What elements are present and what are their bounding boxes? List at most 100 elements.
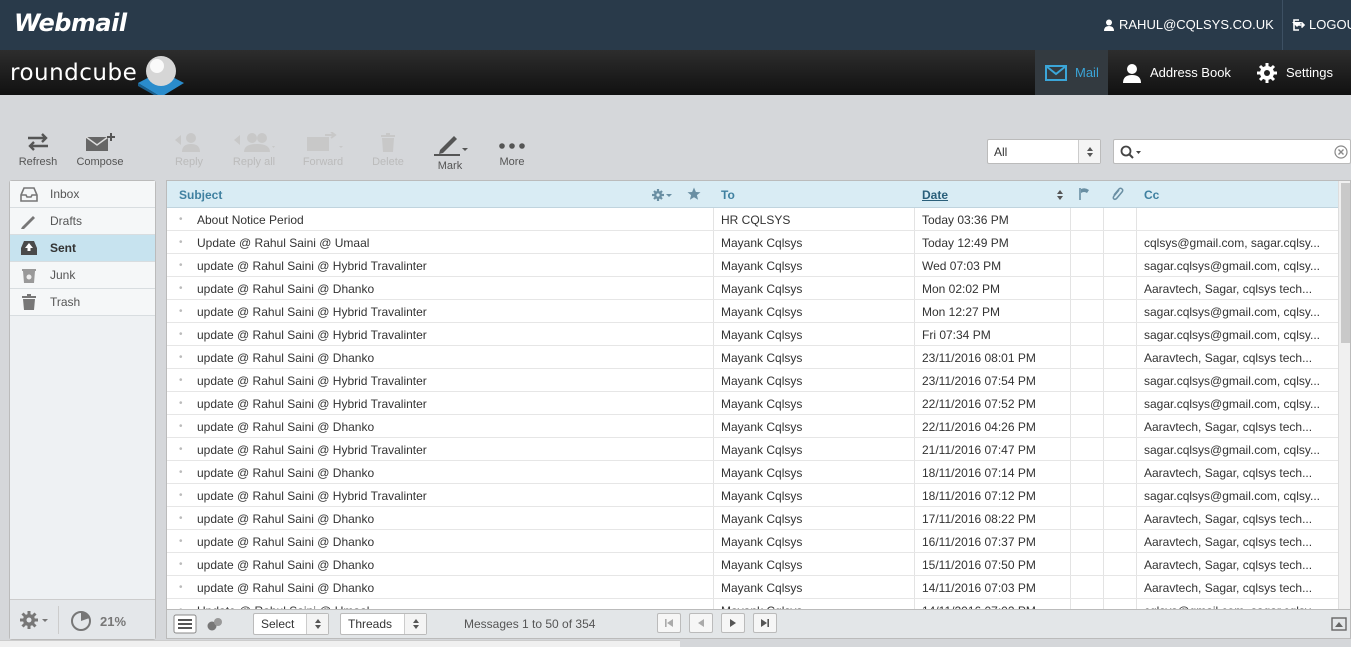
list-header: Subject To Date Cc	[167, 181, 1339, 208]
delete-label: Delete	[372, 156, 404, 168]
message-row[interactable]: • update @ Rahul Saini @ Dhanko Mayank Cql…	[167, 461, 1339, 484]
delete-button[interactable]: Delete	[358, 132, 418, 172]
reply-button[interactable]: Reply	[159, 132, 219, 172]
message-to: HR CQLSYS	[721, 213, 791, 227]
filter-select[interactable]: All	[987, 139, 1101, 164]
logout-icon	[1293, 18, 1306, 31]
junk-icon	[22, 269, 36, 283]
logout-button[interactable]: LOGOUT	[1293, 17, 1351, 32]
first-page-button[interactable]	[657, 613, 681, 633]
trash-icon	[22, 294, 36, 310]
message-row[interactable]: • update @ Rahul Saini @ Hybrid Travalint…	[167, 300, 1339, 323]
quota-value: 21%	[100, 613, 127, 629]
nav-address-book-label: Address Book	[1150, 65, 1231, 80]
more-label: More	[499, 156, 525, 168]
message-cc: sagar.cqlsys@gmail.com, cqlsy...	[1144, 443, 1321, 457]
previous-icon	[698, 619, 704, 627]
message-date: 23/11/2016 07:54 PM	[922, 374, 1036, 388]
column-cc[interactable]: Cc	[1144, 188, 1159, 202]
nav-address-book[interactable]: Address Book	[1122, 50, 1231, 95]
message-cc: Aaravtech, Sagar, cqlsys tech...	[1144, 581, 1313, 595]
attachment-icon[interactable]	[1110, 187, 1124, 201]
message-row[interactable]: • update @ Rahul Saini @ Hybrid Travalint…	[167, 369, 1339, 392]
message-row[interactable]: • update @ Rahul Saini @ Dhanko Mayank Cql…	[167, 576, 1339, 599]
select-dropdown[interactable]: Select	[253, 613, 329, 635]
select-spinner	[404, 614, 426, 634]
column-subject[interactable]: Subject	[179, 188, 222, 202]
message-cc: Aaravtech, Sagar, cqlsys tech...	[1144, 466, 1313, 480]
message-row[interactable]: • update @ Rahul Saini @ Hybrid Travalint…	[167, 438, 1339, 461]
folder-inbox[interactable]: Inbox	[10, 181, 155, 208]
star-icon[interactable]	[687, 187, 701, 201]
reply-all-button[interactable]: Reply all	[224, 132, 284, 172]
message-row[interactable]: • update @ Rahul Saini @ Hybrid Travalint…	[167, 254, 1339, 277]
mark-button[interactable]: Mark	[420, 132, 480, 172]
roundcube-logo: roundcube	[10, 60, 138, 86]
previous-page-button[interactable]	[689, 613, 713, 633]
message-list: Subject To Date Cc • About Notice Period H…	[166, 180, 1351, 610]
message-row[interactable]: •Update @ Rahul Saini @ UmaalMayank Cqls…	[167, 231, 1339, 254]
more-icon	[499, 143, 525, 149]
compose-button[interactable]: Compose	[70, 132, 130, 172]
column-date[interactable]: Date	[922, 188, 948, 202]
column-to[interactable]: To	[721, 188, 735, 202]
threads-icon[interactable]	[206, 616, 224, 632]
message-row[interactable]: • update @ Rahul Saini @ Hybrid Travalint…	[167, 323, 1339, 346]
message-date: 15/11/2016 07:50 PM	[922, 558, 1036, 572]
gear-icon[interactable]	[18, 609, 50, 631]
message-row[interactable]: • update @ Rahul Saini @ Dhanko Mayank Cql…	[167, 507, 1339, 530]
folder-junk[interactable]: Junk	[10, 262, 155, 289]
refresh-button[interactable]: Refresh	[8, 132, 68, 172]
last-page-button[interactable]	[753, 613, 777, 633]
clear-icon[interactable]	[1334, 145, 1348, 159]
first-page-icon	[665, 619, 673, 627]
folder-drafts[interactable]: Drafts	[10, 208, 155, 235]
flag-icon[interactable]	[1079, 188, 1091, 200]
next-page-button[interactable]	[721, 613, 745, 633]
threads-dropdown[interactable]: Threads	[340, 613, 427, 635]
message-row[interactable]: • update @ Rahul Saini @ Dhanko Mayank Cql…	[167, 277, 1339, 300]
unread-dot-icon: •	[179, 582, 183, 593]
message-row[interactable]: • update @ Rahul Saini @ Dhanko Mayank Cql…	[167, 553, 1339, 576]
message-row[interactable]: • update @ Rahul Saini @ Dhanko Mayank Cql…	[167, 530, 1339, 553]
unread-dot-icon: •	[179, 536, 183, 547]
search-icon[interactable]	[1120, 145, 1142, 159]
pencil-icon	[21, 216, 35, 229]
message-row[interactable]: • About Notice Period HR CQLSYS Today 03:36…	[167, 208, 1339, 231]
compose-icon	[85, 133, 115, 151]
list-options-icon[interactable]	[173, 614, 197, 634]
message-date: 14/11/2016 07:03 PM	[922, 581, 1036, 595]
message-to: Mayank Cqlsys	[721, 420, 803, 434]
more-button[interactable]: More	[482, 132, 542, 172]
message-to: Mayank Cqlsys	[721, 512, 803, 526]
webmail-brand[interactable]: Webmail	[14, 9, 127, 37]
message-to: Mayank Cqlsys	[721, 558, 803, 572]
select-spinner	[1078, 140, 1100, 163]
search-box[interactable]	[1113, 139, 1351, 164]
nav-settings[interactable]: Settings	[1256, 50, 1333, 95]
forward-button[interactable]: Forward	[293, 132, 353, 172]
folder-sent[interactable]: Sent	[10, 235, 155, 262]
message-date: 21/11/2016 07:47 PM	[922, 443, 1036, 457]
gear-icon[interactable]	[651, 188, 673, 202]
nav-mail[interactable]: Mail	[1035, 50, 1108, 95]
message-row[interactable]: • update @ Rahul Saini @ Dhanko Mayank Cql…	[167, 415, 1339, 438]
message-subject: update @ Rahul Saini @ Dhanko	[197, 512, 375, 526]
folder-trash[interactable]: Trash	[10, 289, 155, 316]
message-row[interactable]: • update @ Rahul Saini @ Hybrid Travalint…	[167, 392, 1339, 415]
last-page-icon	[761, 619, 769, 627]
message-subject: update @ Rahul Saini @ Dhanko	[197, 558, 375, 572]
message-row[interactable]: •Update @ Rahul Saini @ UmaalMayank Cqls…	[167, 599, 1339, 609]
preview-toggle-icon[interactable]	[1331, 617, 1347, 631]
message-date: 18/11/2016 07:12 PM	[922, 489, 1036, 503]
message-subject: update @ Rahul Saini @ Hybrid Travalinte…	[197, 397, 427, 411]
message-cc: cqlsys@gmail.com, sagar.cqlsy...	[1144, 236, 1321, 250]
message-to: Mayank Cqlsys	[721, 443, 803, 457]
message-row[interactable]: • update @ Rahul Saini @ Dhanko Mayank Cql…	[167, 346, 1339, 369]
vertical-scrollbar[interactable]	[1338, 181, 1350, 609]
folder-label: Trash	[50, 295, 81, 309]
user-menu[interactable]: RAHUL@CQLSYS.CO.UK	[1103, 17, 1302, 32]
scrollbar-thumb[interactable]	[1341, 183, 1350, 343]
message-to: Mayank Cqlsys	[721, 236, 803, 250]
message-row[interactable]: • update @ Rahul Saini @ Hybrid Travalint…	[167, 484, 1339, 507]
